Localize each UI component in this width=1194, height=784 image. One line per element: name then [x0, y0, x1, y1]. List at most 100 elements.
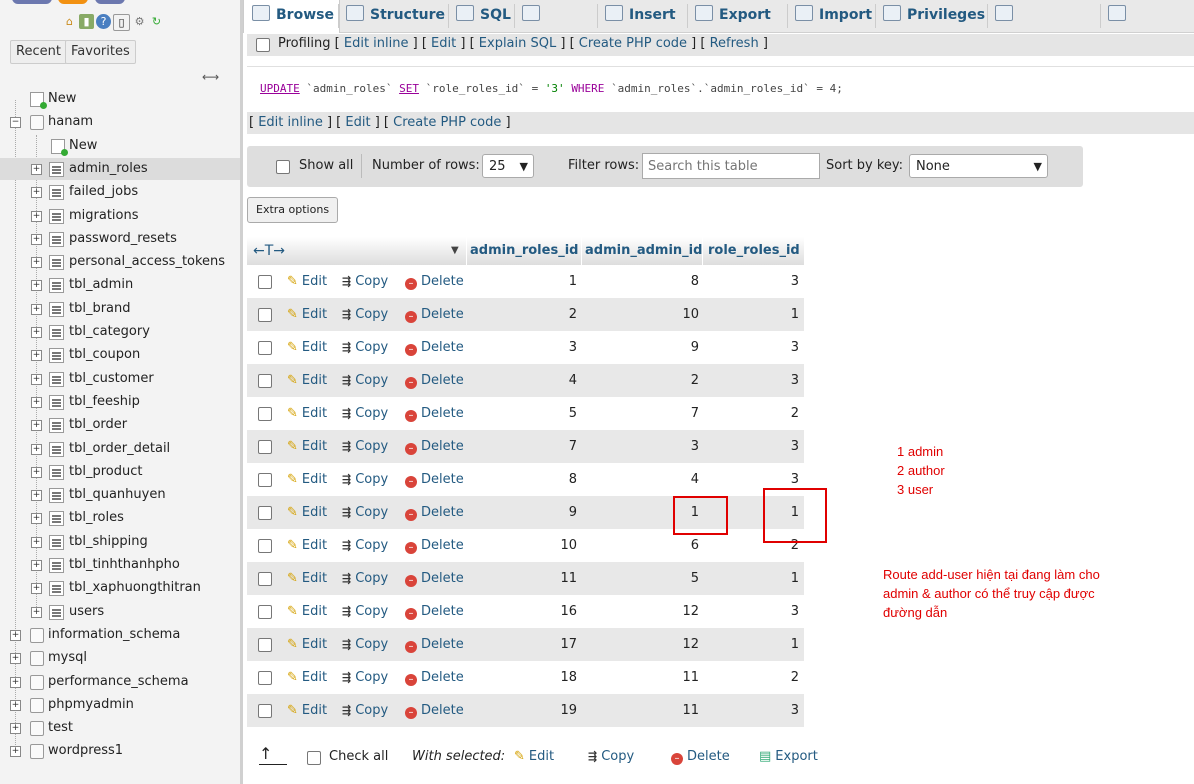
- expand-icon[interactable]: +: [31, 257, 42, 269]
- expand-icon[interactable]: +: [31, 303, 42, 315]
- create-php-code-link[interactable]: Create PHP code: [393, 115, 501, 130]
- home-icon[interactable]: ⌂: [62, 14, 77, 29]
- number-of-rows-select[interactable]: 25 ▼: [482, 154, 534, 178]
- cell-role-roles-id[interactable]: 3: [707, 373, 799, 388]
- row-copy-button[interactable]: ⇶ Copy: [342, 274, 388, 289]
- row-copy-button[interactable]: ⇶ Copy: [342, 373, 388, 388]
- tree-table-tbl-feeship[interactable]: + tbl_feeship: [0, 391, 240, 413]
- column-header-admin-roles-id[interactable]: admin_roles_id: [470, 237, 578, 265]
- sql-keyword-set[interactable]: SET: [399, 82, 419, 95]
- phpmyadmin-logo[interactable]: [0, 0, 140, 6]
- row-checkbox[interactable]: [258, 275, 272, 289]
- cell-role-roles-id[interactable]: 2: [707, 670, 799, 685]
- tab-browse[interactable]: Browse: [243, 0, 340, 33]
- tree-table-tbl-shipping[interactable]: + tbl_shipping: [0, 531, 240, 553]
- cell-admin-admin-id[interactable]: 3: [592, 439, 699, 454]
- cell-admin-roles-id[interactable]: 8: [477, 472, 577, 487]
- tree-table-tbl-category[interactable]: + tbl_category: [0, 321, 240, 343]
- row-edit-button[interactable]: ✎ Edit: [287, 670, 327, 685]
- cell-admin-admin-id[interactable]: 12: [592, 604, 699, 619]
- expand-icon[interactable]: +: [31, 420, 42, 432]
- tree-database-wordpress1[interactable]: + wordpress1: [0, 740, 240, 762]
- row-copy-button[interactable]: ⇶ Copy: [342, 439, 388, 454]
- row-edit-button[interactable]: ✎ Edit: [287, 505, 327, 520]
- docs-icon[interactable]: ▯: [113, 14, 130, 31]
- cell-admin-admin-id[interactable]: 12: [592, 637, 699, 652]
- show-all-checkbox[interactable]: [276, 160, 290, 174]
- sort-options-icon[interactable]: ▼: [451, 237, 459, 265]
- link-with-main-panel-icon[interactable]: ⟷: [202, 70, 219, 84]
- row-checkbox[interactable]: [258, 572, 272, 586]
- expand-icon[interactable]: +: [31, 373, 42, 385]
- tree-table-tbl-brand[interactable]: + tbl_brand: [0, 298, 240, 320]
- tree-table-tbl-xaphuongthitran[interactable]: + tbl_xaphuongthitran: [0, 577, 240, 599]
- row-edit-button[interactable]: ✎ Edit: [287, 472, 327, 487]
- tab-insert[interactable]: Insert: [597, 0, 687, 30]
- expand-icon[interactable]: +: [31, 187, 42, 199]
- tab-sql[interactable]: SQL: [448, 0, 514, 30]
- row-edit-button[interactable]: ✎ Edit: [287, 571, 327, 586]
- row-delete-button[interactable]: – Delete: [405, 637, 464, 653]
- tree-table-users[interactable]: + users: [0, 601, 240, 623]
- row-delete-button[interactable]: – Delete: [405, 340, 464, 356]
- tab-import[interactable]: Import: [787, 0, 875, 30]
- cell-role-roles-id[interactable]: 1: [707, 637, 799, 652]
- reload-icon[interactable]: ↻: [149, 14, 164, 29]
- expand-icon[interactable]: +: [31, 350, 42, 362]
- bulk-export-button[interactable]: ▤ Export: [759, 749, 818, 764]
- expand-icon[interactable]: +: [31, 513, 42, 525]
- cell-admin-roles-id[interactable]: 10: [477, 538, 577, 553]
- cell-admin-admin-id[interactable]: 2: [592, 373, 699, 388]
- cell-admin-admin-id[interactable]: 11: [592, 703, 699, 718]
- bulk-copy-button[interactable]: ⇶ Copy: [588, 749, 634, 764]
- cell-role-roles-id[interactable]: 3: [707, 472, 799, 487]
- row-edit-button[interactable]: ✎ Edit: [287, 604, 327, 619]
- expand-icon[interactable]: +: [10, 699, 21, 711]
- expand-icon[interactable]: +: [31, 233, 42, 245]
- expand-icon[interactable]: +: [10, 746, 21, 758]
- row-checkbox[interactable]: [258, 506, 272, 520]
- row-edit-button[interactable]: ✎ Edit: [287, 274, 327, 289]
- tree-new-database[interactable]: New: [0, 88, 240, 110]
- sql-keyword-update[interactable]: UPDATE: [260, 82, 300, 95]
- row-delete-button[interactable]: – Delete: [405, 274, 464, 290]
- sort-by-key-select[interactable]: None ▼: [909, 154, 1048, 178]
- expand-icon[interactable]: +: [31, 443, 42, 455]
- cell-admin-roles-id[interactable]: 17: [477, 637, 577, 652]
- cell-admin-roles-id[interactable]: 9: [477, 505, 577, 520]
- cell-role-roles-id[interactable]: 3: [707, 439, 799, 454]
- edit-inline-link[interactable]: Edit inline: [344, 36, 409, 51]
- tree-table-failed-jobs[interactable]: + failed_jobs: [0, 181, 240, 203]
- row-edit-button[interactable]: ✎ Edit: [287, 373, 327, 388]
- help-icon[interactable]: ?: [96, 14, 111, 29]
- row-checkbox[interactable]: [258, 341, 272, 355]
- filter-rows-input[interactable]: [642, 153, 820, 179]
- cell-admin-admin-id[interactable]: 10: [592, 307, 699, 322]
- expand-icon[interactable]: +: [10, 723, 21, 735]
- row-edit-button[interactable]: ✎ Edit: [287, 538, 327, 553]
- cell-admin-roles-id[interactable]: 1: [477, 274, 577, 289]
- cell-role-roles-id[interactable]: 1: [707, 307, 799, 322]
- cell-admin-roles-id[interactable]: 16: [477, 604, 577, 619]
- favorites-button[interactable]: Favorites: [65, 40, 136, 64]
- tab-triggers[interactable]: Triggers: [1100, 0, 1194, 53]
- row-delete-button[interactable]: – Delete: [405, 538, 464, 554]
- tab-export[interactable]: Export: [687, 0, 787, 30]
- row-checkbox[interactable]: [258, 539, 272, 553]
- refresh-link[interactable]: Refresh: [710, 36, 759, 51]
- expand-icon[interactable]: +: [31, 210, 42, 222]
- row-edit-button[interactable]: ✎ Edit: [287, 340, 327, 355]
- expand-icon[interactable]: +: [31, 536, 42, 548]
- row-checkbox[interactable]: [258, 638, 272, 652]
- expand-icon[interactable]: +: [10, 629, 21, 641]
- row-delete-button[interactable]: – Delete: [405, 505, 464, 521]
- cell-admin-admin-id[interactable]: 4: [592, 472, 699, 487]
- row-copy-button[interactable]: ⇶ Copy: [342, 307, 388, 322]
- row-edit-button[interactable]: ✎ Edit: [287, 439, 327, 454]
- extra-options-button[interactable]: Extra options: [247, 197, 339, 223]
- tree-table-tbl-order-detail[interactable]: + tbl_order_detail: [0, 438, 240, 460]
- tree-table-tbl-tinhthanhpho[interactable]: + tbl_tinhthanhpho: [0, 554, 240, 576]
- row-checkbox[interactable]: [258, 440, 272, 454]
- cell-role-roles-id[interactable]: 3: [707, 604, 799, 619]
- row-edit-button[interactable]: ✎ Edit: [287, 406, 327, 421]
